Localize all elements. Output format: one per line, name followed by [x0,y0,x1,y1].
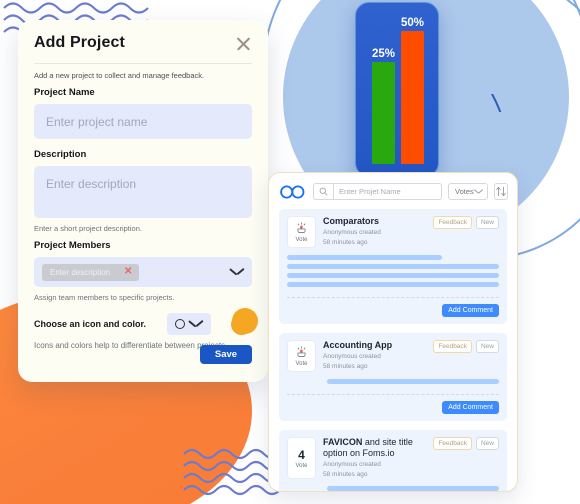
card-time: 58 minutes ago [323,363,368,371]
card-badges: Feedback New [433,216,499,248]
description-label: Description [34,149,87,160]
card-footer: Add Comment [287,296,499,324]
card-content-placeholder [287,378,499,394]
status-badge[interactable]: New [475,339,499,353]
description-input[interactable]: Enter description [34,166,252,218]
search-input[interactable] [333,183,442,200]
dialog-header: Add Project [34,34,252,53]
dialog-subtitle: Add a new project to collect and manage … [34,71,205,80]
description-hint: Enter a short project description. [34,224,142,233]
description-placeholder: Enter description [46,177,137,191]
panel-toolbar: Votes [279,183,508,200]
add-comment-button[interactable]: Add Comment [442,400,499,414]
card-time: 58 minutes ago [323,470,368,478]
search-icon [313,183,333,200]
card-title-main: FAVICON [323,436,363,447]
card-footer: Add Comment [287,393,499,421]
vote-label: Vote [295,462,308,469]
feedback-panel: Votes [268,172,518,492]
member-chip[interactable]: Enter description ✕ [42,263,140,281]
vote-button[interactable]: Vote [287,339,316,372]
card-header: 4 Vote FAVICON and site title option on … [287,436,499,480]
vote-hand-icon [297,346,306,357]
vote-button[interactable]: Vote [287,216,316,248]
card-title: Accounting App [323,340,426,351]
card-author: Anonymous created [323,228,381,236]
skeleton-line [287,272,499,278]
page-title: Add Project [34,34,125,51]
chart-bars: 25% 50% [356,15,438,164]
feedback-card[interactable]: 4 Vote FAVICON and site title option on … [279,429,507,491]
chart-bar-1-rect [372,62,396,164]
vote-count: 4 [298,447,305,462]
feedback-card[interactable]: Vote Comparators Anonymous created 58 mi… [279,209,507,324]
chevron-down-icon[interactable] [230,268,243,276]
project-name-input[interactable]: Enter project name [34,104,252,139]
close-icon[interactable] [234,35,252,53]
color-swatch[interactable] [231,313,252,335]
feedback-card[interactable]: Vote Accounting App Anonymous created 58… [279,332,507,421]
icon-color-label: Choose an icon and color. [34,319,147,329]
status-badge[interactable]: Feedback [433,216,472,229]
project-name-placeholder: Enter project name [46,114,148,129]
chart-bar-2-rect [401,31,425,164]
card-author: Anonymous created [323,352,381,360]
status-badge[interactable]: New [475,216,499,229]
chart-bar-2: 50% [401,17,424,164]
sort-by-value: Votes [455,187,474,196]
card-content-placeholder [287,486,499,491]
card-title-main: Comparators [323,216,380,226]
vote-percentage-chart: 25% 50% [355,2,439,177]
remove-member-icon[interactable]: ✕ [124,267,132,277]
sort-by-select[interactable]: Votes [448,183,488,200]
vote-hand-icon [297,222,306,233]
card-badges: Feedback New [433,339,499,372]
status-badge[interactable]: Feedback [433,436,472,450]
chevron-down-icon [474,189,483,195]
chart-bar-1-label: 25% [372,48,396,60]
card-title: Comparators [323,216,426,227]
skeleton-line [287,281,499,287]
circle-icon [175,319,186,329]
project-name-label: Project Name [34,87,95,98]
icon-picker[interactable] [166,313,211,335]
search-box[interactable] [313,183,442,200]
chart-bar-1: 25% [372,48,395,164]
chevron-down-icon[interactable] [189,320,202,328]
card-body: Accounting App Anonymous created 58 minu… [323,340,426,372]
icon-color-row: Choose an icon and color. [34,313,252,335]
card-body: FAVICON and site title option on Foms.io… [323,437,426,480]
status-badge[interactable]: New [475,436,499,450]
card-author: Anonymous created [323,460,381,468]
project-members-hint: Assign team members to specific projects… [34,293,175,302]
status-badge[interactable]: Feedback [433,339,472,353]
card-content-placeholder [287,254,499,297]
add-comment-button[interactable]: Add Comment [442,303,499,317]
screenshot-root: Add Project Add a new project to collect… [0,0,580,504]
project-members-label: Project Members [34,240,111,251]
skeleton-line [327,486,499,491]
card-body: Comparators Anonymous created 58 minutes… [323,216,426,248]
card-header: Vote Accounting App Anonymous created 58… [287,339,499,372]
project-members-select[interactable]: Enter description ✕ [34,257,252,287]
skeleton-line [287,263,499,269]
skeleton-line [327,378,499,384]
sort-direction-button[interactable] [493,183,508,200]
card-title: FAVICON and site title option on Foms.io [323,437,426,459]
infinity-logo [280,184,305,199]
dialog-divider [34,63,252,64]
vote-button[interactable]: 4 Vote [287,436,316,480]
vote-label: Vote [295,236,308,243]
vote-label: Vote [295,360,308,367]
card-title-main: Accounting App [323,339,393,350]
add-project-dialog: Add Project Add a new project to collect… [18,20,268,382]
member-chip-label: Enter description [50,267,111,277]
chart-bar-2-label: 50% [401,17,425,29]
skeleton-line [287,254,442,260]
card-header: Vote Comparators Anonymous created 58 mi… [287,216,499,248]
sort-arrows-icon [495,186,506,197]
save-button[interactable]: Save [200,345,252,364]
card-badges: Feedback New [433,436,499,480]
card-time: 58 minutes ago [323,239,368,247]
